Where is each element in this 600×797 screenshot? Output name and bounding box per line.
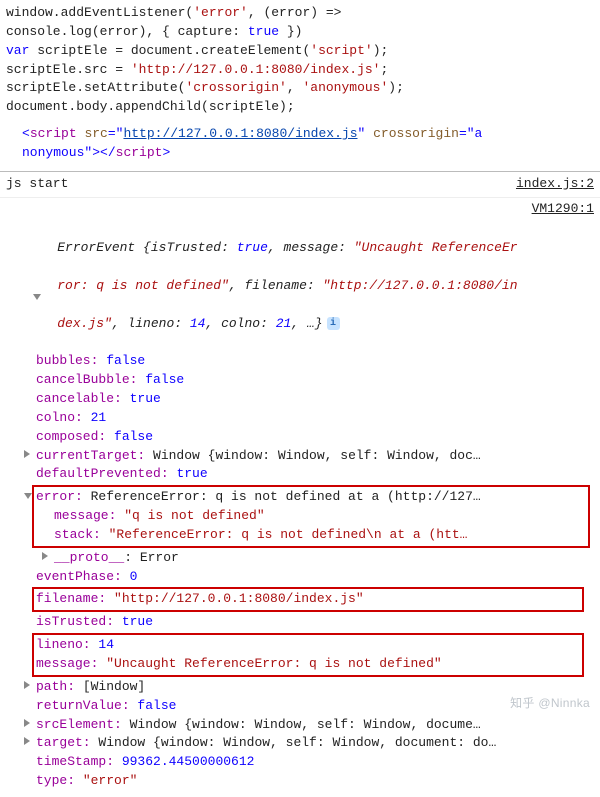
prop-srcElement[interactable]: srcElement: Window {window: Window, self… <box>36 716 594 735</box>
chevron-down-icon[interactable] <box>24 493 32 499</box>
chevron-right-icon[interactable] <box>24 719 30 727</box>
error-event-properties: bubbles: false cancelBubble: false cance… <box>14 352 594 791</box>
expand-toggle-icon[interactable] <box>33 294 41 300</box>
script-src-link[interactable]: http://127.0.0.1:8080/index.js <box>123 126 357 141</box>
highlight-filename: filename: "http://127.0.0.1:8080/index.j… <box>32 587 584 612</box>
prop-eventPhase[interactable]: eventPhase: 0 <box>36 568 594 587</box>
chevron-right-icon[interactable] <box>24 450 30 458</box>
prop-error-stack[interactable]: stack: "ReferenceError: q is not defined… <box>54 526 586 545</box>
elements-script-tag[interactable]: <script src="http://127.0.0.1:8080/index… <box>0 123 600 167</box>
prop-error-message[interactable]: message: "q is not defined" <box>54 507 586 526</box>
prop-cancelable[interactable]: cancelable: true <box>36 390 594 409</box>
highlight-lineno-message: lineno: 14 message: "Uncaught ReferenceE… <box>32 633 584 677</box>
console-log-message: js start <box>6 175 68 194</box>
console-log-source-link[interactable]: index.js:2 <box>516 175 594 194</box>
error-event-summary[interactable]: ErrorEvent {isTrusted: true, message: "U… <box>14 220 594 352</box>
chevron-right-icon[interactable] <box>24 737 30 745</box>
chevron-right-icon[interactable] <box>42 552 48 560</box>
prop-returnValue[interactable]: returnValue: false <box>36 697 594 716</box>
highlight-error-block: error: ReferenceError: q is not defined … <box>32 485 590 548</box>
error-event-object[interactable]: ErrorEvent {isTrusted: true, message: "U… <box>0 218 600 796</box>
prop-path[interactable]: path: [Window] <box>36 678 594 697</box>
prop-error-proto[interactable]: __proto__: Error <box>54 549 594 568</box>
prop-type[interactable]: type: "error" <box>36 772 594 791</box>
prop-target[interactable]: target: Window {window: Window, self: Wi… <box>36 734 594 753</box>
prop-defaultPrevented[interactable]: defaultPrevented: true <box>36 465 594 484</box>
vm-source-link[interactable]: VM1290:1 <box>0 198 600 219</box>
prop-timeStamp[interactable]: timeStamp: 99362.44500000612 <box>36 753 594 772</box>
prop-message[interactable]: message: "Uncaught ReferenceError: q is … <box>36 655 580 674</box>
prop-colno[interactable]: colno: 21 <box>36 409 594 428</box>
prop-filename[interactable]: filename: "http://127.0.0.1:8080/index.j… <box>36 590 580 609</box>
chevron-right-icon[interactable] <box>24 681 30 689</box>
prop-composed[interactable]: composed: false <box>36 428 594 447</box>
prop-error[interactable]: error: ReferenceError: q is not defined … <box>36 488 586 507</box>
prop-lineno[interactable]: lineno: 14 <box>36 636 580 655</box>
js-source-snippet: window.addEventListener('error', (error)… <box>0 0 600 123</box>
prop-currentTarget[interactable]: currentTarget: Window {window: Window, s… <box>36 447 594 466</box>
prop-isTrusted[interactable]: isTrusted: true <box>36 613 594 632</box>
info-icon[interactable]: i <box>327 317 340 330</box>
console-log-row[interactable]: js start index.js:2 <box>0 172 600 198</box>
prop-bubbles[interactable]: bubbles: false <box>36 352 594 371</box>
prop-cancelBubble[interactable]: cancelBubble: false <box>36 371 594 390</box>
